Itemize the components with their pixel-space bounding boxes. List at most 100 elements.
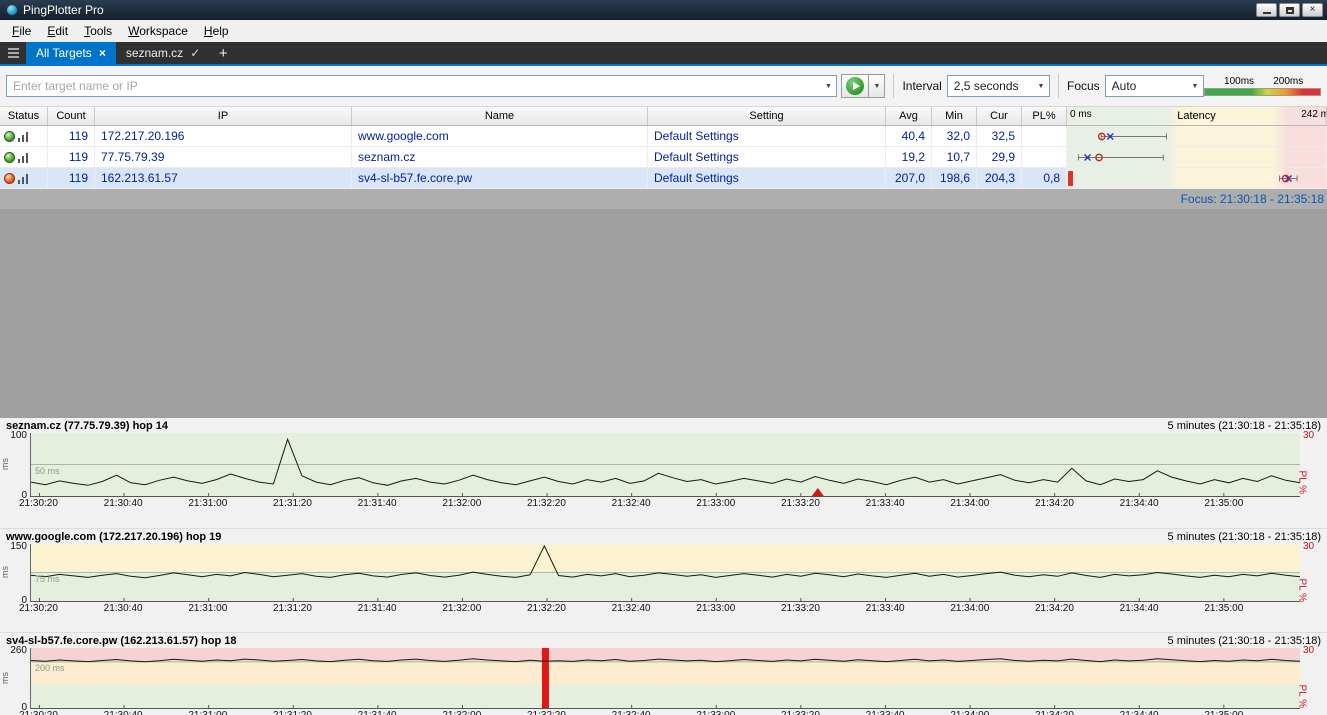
name-cell: sv4-sl-b57.fe.core.pw <box>352 168 648 188</box>
x-axis-tick-label: 21:31:00 <box>188 710 227 715</box>
x-axis-tick-label: 21:35:00 <box>1204 710 1243 715</box>
menu-help[interactable]: Help <box>196 21 237 41</box>
start-options-dropdown-icon[interactable]: ▼ <box>869 74 885 98</box>
legend-100ms-label: 100ms <box>1224 76 1254 87</box>
x-axis-tick-label: 21:34:40 <box>1120 603 1159 614</box>
interval-label: Interval <box>902 79 941 93</box>
x-axis-tick-label: 21:34:40 <box>1120 498 1159 509</box>
header-setting[interactable]: Setting <box>648 107 886 125</box>
start-trace-button[interactable] <box>841 74 869 98</box>
x-axis-tick-label: 21:33:00 <box>696 603 735 614</box>
x-axis-tick-label: 21:33:40 <box>866 603 905 614</box>
latency-timeline-plot[interactable] <box>31 648 1300 708</box>
menu-edit[interactable]: Edit <box>39 21 76 41</box>
header-count[interactable]: Count <box>48 107 95 125</box>
focus-select[interactable]: Auto ▼ <box>1105 75 1204 97</box>
workspace-menu-icon[interactable] <box>0 42 26 64</box>
x-axis: 21:30:2021:30:4021:31:0021:31:2021:31:40… <box>30 497 1300 511</box>
header-cur[interactable]: Cur <box>977 107 1022 125</box>
pl-axis-label: PL % <box>1297 471 1308 495</box>
x-axis-tick-label: 21:34:20 <box>1035 603 1074 614</box>
tab-all-targets[interactable]: All Targets × <box>26 42 116 64</box>
x-axis-tick-label: 21:31:40 <box>358 710 397 715</box>
app-logo-icon <box>6 4 18 16</box>
latency-timeline-plot[interactable] <box>31 433 1300 496</box>
min-cell: 10,7 <box>932 147 977 167</box>
close-button[interactable]: × <box>1302 3 1323 17</box>
header-latency[interactable]: 0 ms Latency 242 ms <box>1067 107 1327 125</box>
focus-range-bar: Focus: 21:30:18 - 21:35:18 <box>0 189 1327 209</box>
tab-seznam[interactable]: seznam.cz ✓ <box>116 42 210 64</box>
x-axis-tick-label: 21:31:20 <box>273 710 312 715</box>
pl-cell <box>1022 126 1067 146</box>
new-tab-button[interactable]: + <box>210 42 236 64</box>
ip-cell: 162.213.61.57 <box>95 168 352 188</box>
tab-close-icon[interactable]: × <box>99 46 106 60</box>
menu-workspace[interactable]: Workspace <box>120 21 196 41</box>
x-axis-tick-label: 21:34:40 <box>1120 710 1159 715</box>
window-title: PingPlotter Pro <box>23 3 104 17</box>
graph-title: sv4-sl-b57.fe.core.pw (162.213.61.57) ho… <box>6 635 237 647</box>
table-row-sv4[interactable]: 119 162.213.61.57 sv4-sl-b57.fe.core.pw … <box>0 168 1327 189</box>
menu-tools[interactable]: Tools <box>76 21 120 41</box>
tab-bar: All Targets × seznam.cz ✓ + <box>0 42 1327 64</box>
header-min[interactable]: Min <box>932 107 977 125</box>
target-input[interactable] <box>7 79 820 93</box>
header-avg[interactable]: Avg <box>886 107 932 125</box>
packet-loss-axis: 30 PL % <box>1300 648 1327 709</box>
timeline-graph-sv4: sv4-sl-b57.fe.core.pw (162.213.61.57) ho… <box>0 632 1327 715</box>
x-axis-tick-label: 21:30:40 <box>104 498 143 509</box>
target-dropdown-icon[interactable]: ▼ <box>820 76 836 96</box>
mini-bar-chart-icon <box>18 173 29 184</box>
maximize-button[interactable] <box>1279 3 1300 17</box>
x-axis-tick-label: 21:33:20 <box>781 710 820 715</box>
setting-cell: Default Settings <box>648 126 886 146</box>
interval-select[interactable]: 2,5 seconds ▼ <box>947 75 1050 97</box>
header-ip[interactable]: IP <box>95 107 352 125</box>
interval-dropdown-icon[interactable]: ▼ <box>1033 76 1049 96</box>
workspace-empty-area <box>0 209 1327 418</box>
graph-time-range: 5 minutes (21:30:18 - 21:35:18) <box>1168 635 1321 647</box>
x-axis-tick-label: 21:33:40 <box>866 498 905 509</box>
x-axis-tick-label: 21:31:40 <box>358 603 397 614</box>
latency-mini-graph <box>1067 147 1326 167</box>
x-axis-tick-label: 21:34:00 <box>950 710 989 715</box>
latency-cell <box>1067 168 1327 188</box>
latency-legend: 100ms 200ms <box>1204 76 1321 96</box>
latency-timeline-plot[interactable] <box>31 544 1300 601</box>
mini-bar-chart-icon <box>18 152 29 163</box>
status-alert-icon <box>4 173 15 184</box>
header-name[interactable]: Name <box>352 107 648 125</box>
x-axis-tick-label: 21:31:00 <box>188 603 227 614</box>
focus-dropdown-icon[interactable]: ▼ <box>1187 76 1203 96</box>
header-status[interactable]: Status <box>0 107 48 125</box>
graph-time-range: 5 minutes (21:30:18 - 21:35:18) <box>1168 420 1321 432</box>
pl-max-label: 30 <box>1303 645 1314 656</box>
focus-value: Auto <box>1106 79 1137 93</box>
packet-loss-axis: 30 PL % <box>1300 433 1327 497</box>
x-axis-tick-label: 21:33:20 <box>781 603 820 614</box>
x-axis-tick-label: 21:32:20 <box>527 603 566 614</box>
x-axis-tick-label: 21:33:40 <box>866 710 905 715</box>
latency-gradient-bar <box>1204 88 1321 96</box>
mini-bar-chart-icon <box>18 131 29 142</box>
x-axis-tick-label: 21:31:40 <box>358 498 397 509</box>
ms-axis-label: ms <box>0 672 10 684</box>
count-cell: 119 <box>48 147 95 167</box>
tab-saved-check-icon: ✓ <box>190 46 200 60</box>
y-axis: 150 ms 0 <box>0 544 30 602</box>
latency-scale-min: 0 ms <box>1070 109 1092 120</box>
count-cell: 119 <box>48 168 95 188</box>
menu-file[interactable]: File <box>4 21 39 41</box>
x-axis-tick-label: 21:31:00 <box>188 498 227 509</box>
table-row-seznam[interactable]: 119 77.75.79.39 seznam.cz Default Settin… <box>0 147 1327 168</box>
focus-label: Focus <box>1067 79 1100 93</box>
ms-axis-label: ms <box>0 458 10 470</box>
min-cell: 32,0 <box>932 126 977 146</box>
x-axis-tick-label: 21:30:40 <box>104 710 143 715</box>
x-axis-tick-label: 21:30:20 <box>19 603 58 614</box>
table-row-google[interactable]: 119 172.217.20.196 www.google.com Defaul… <box>0 126 1327 147</box>
x-axis: 21:30:2021:30:4021:31:0021:31:2021:31:40… <box>30 709 1300 715</box>
header-pl[interactable]: PL% <box>1022 107 1067 125</box>
minimize-button[interactable] <box>1256 3 1277 17</box>
